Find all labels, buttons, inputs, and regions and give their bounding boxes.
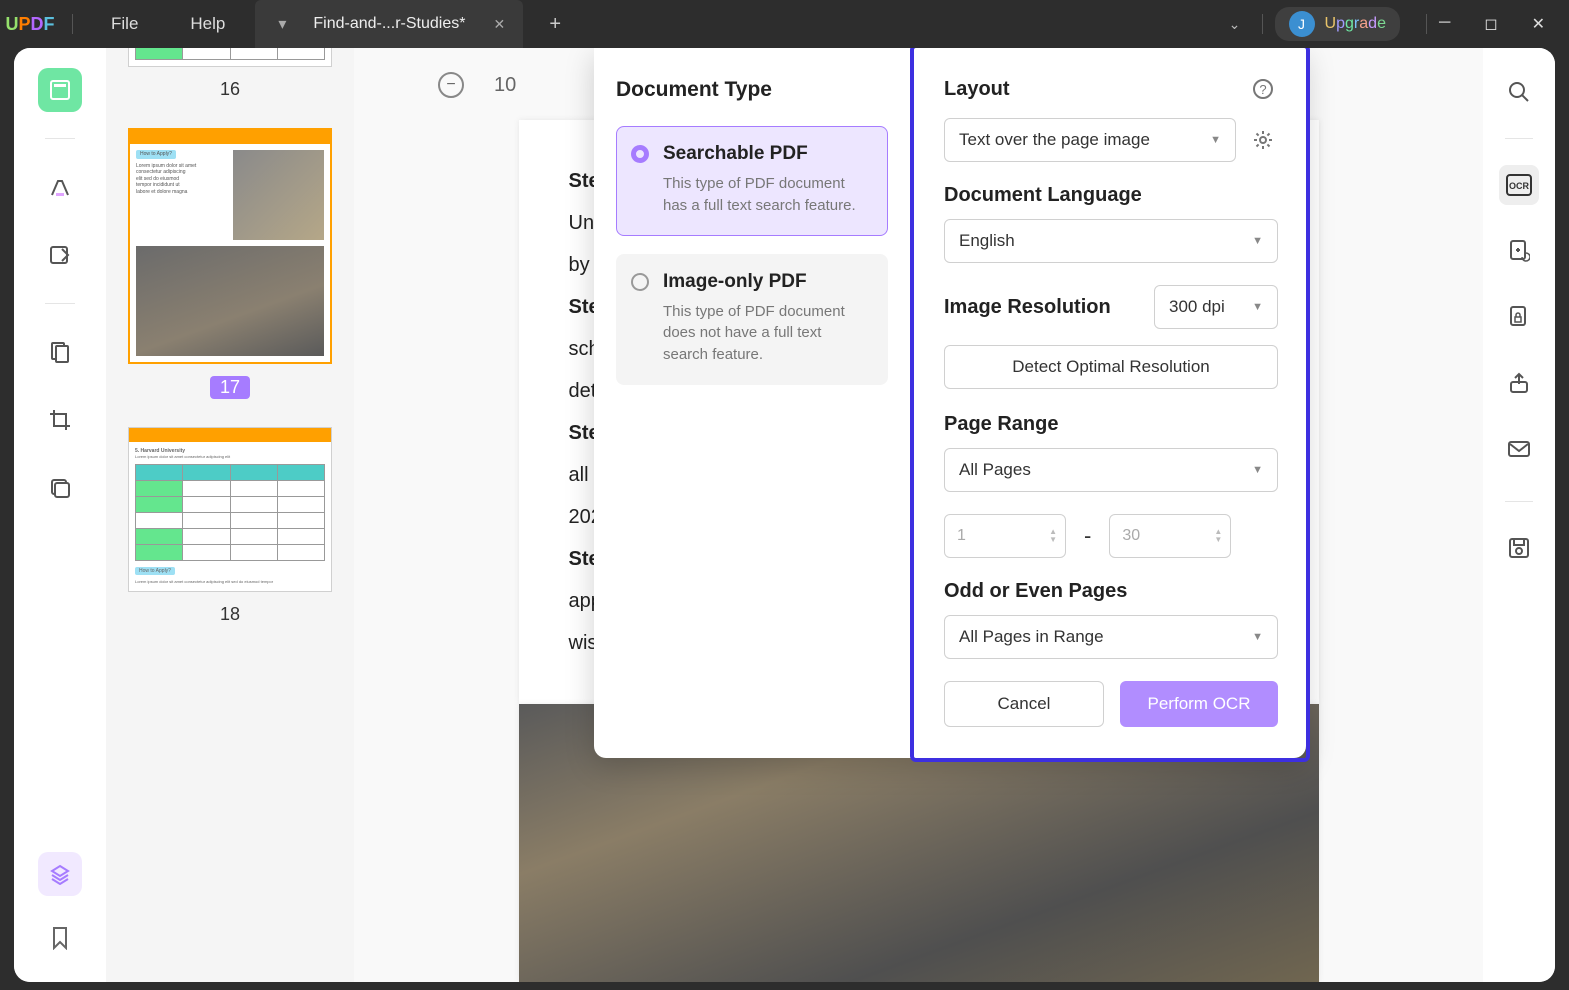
page-range-value: All Pages (959, 460, 1031, 480)
user-avatar[interactable]: J (1289, 11, 1315, 37)
doc-type-desc: This type of PDF document has a full tex… (663, 173, 869, 217)
thumbnail-label: 16 (220, 79, 240, 100)
language-label: Document Language (944, 184, 1278, 207)
separator (1262, 14, 1263, 34)
search-icon[interactable] (1499, 72, 1539, 112)
email-icon[interactable] (1499, 429, 1539, 469)
doc-type-searchable[interactable]: Searchable PDF This type of PDF document… (616, 126, 888, 236)
page-tools[interactable] (38, 330, 82, 374)
document-tab[interactable]: ▾ Find-and-...r-Studies* ✕ (255, 0, 523, 48)
range-dash: - (1084, 523, 1091, 549)
ocr-doc-type-section: Document Type Searchable PDF This type o… (594, 48, 910, 758)
protect-icon[interactable] (1499, 297, 1539, 337)
svg-text:OCR: OCR (1509, 181, 1530, 191)
maximize-icon[interactable]: ◻ (1484, 14, 1497, 34)
perform-ocr-button[interactable]: Perform OCR (1120, 681, 1278, 727)
help-icon[interactable]: ? (1248, 74, 1278, 104)
zoom-value: 10 (494, 74, 516, 97)
thumbnail-label: 18 (220, 604, 240, 625)
odd-even-select[interactable]: All Pages in Range ▼ (944, 615, 1278, 659)
doc-type-title: Image-only PDF (663, 271, 869, 293)
thumbnail-panel[interactable]: 16 How to Apply?Lorem ipsum dolor sit am… (106, 48, 354, 982)
doc-type-title: Searchable PDF (663, 143, 869, 165)
layout-value: Text over the page image (959, 130, 1150, 150)
odd-even-label: Odd or Even Pages (944, 580, 1278, 603)
range-from-value: 1 (957, 527, 966, 545)
resolution-select[interactable]: 300 dpi ▼ (1154, 285, 1278, 329)
ocr-panel: Document Type Searchable PDF This type o… (594, 48, 1306, 758)
layers-tool[interactable] (38, 852, 82, 896)
new-tab-button[interactable]: + (535, 13, 575, 36)
language-value: English (959, 231, 1015, 251)
chevron-down-icon: ▼ (1252, 631, 1263, 643)
page-range-label: Page Range (944, 413, 1278, 436)
separator (1426, 14, 1427, 34)
upgrade-label: Upgrade (1325, 15, 1386, 33)
ocr-settings-section: Layout ? Text over the page image ▼ Docum… (910, 48, 1310, 762)
thumbnails-tool[interactable] (38, 68, 82, 112)
doc-type-desc: This type of PDF document does not have … (663, 301, 869, 366)
save-icon[interactable] (1499, 528, 1539, 568)
doc-type-image-only[interactable]: Image-only PDF This type of PDF document… (616, 254, 888, 385)
layout-select[interactable]: Text over the page image ▼ (944, 118, 1236, 162)
close-window-icon[interactable]: ✕ (1532, 14, 1545, 34)
language-select[interactable]: English ▼ (944, 219, 1278, 263)
resolution-label: Image Resolution (944, 296, 1111, 319)
minimize-icon[interactable]: ─ (1439, 14, 1450, 34)
zoom-out-icon[interactable]: − (438, 72, 464, 98)
app-logo: UPDF (0, 0, 60, 48)
close-tab-icon[interactable]: ✕ (493, 16, 505, 33)
svg-text:?: ? (1259, 82, 1266, 97)
bookmarks-tool[interactable] (38, 916, 82, 960)
radio-unselected-icon (631, 273, 649, 291)
convert-icon[interactable] (1499, 231, 1539, 271)
thumbnail-page-16[interactable] (128, 48, 332, 67)
range-from-input[interactable]: 1 ▲▼ (944, 514, 1066, 558)
titlebar: UPDF File Help ▾ Find-and-...r-Studies* … (0, 0, 1569, 48)
doc-type-heading: Document Type (616, 78, 888, 102)
stepper-down-icon[interactable]: ▼ (1214, 536, 1222, 544)
chevron-down-icon: ▼ (1252, 235, 1263, 247)
odd-even-value: All Pages in Range (959, 627, 1104, 647)
app-body: 16 How to Apply?Lorem ipsum dolor sit am… (14, 48, 1555, 982)
share-icon[interactable] (1499, 363, 1539, 403)
upgrade-button[interactable]: J Upgrade (1275, 7, 1400, 41)
left-tool-rail (14, 48, 106, 982)
thumbnail-label-current: 17 (210, 376, 250, 399)
crop-tool[interactable] (38, 398, 82, 442)
range-to-input[interactable]: 30 ▲▼ (1109, 514, 1231, 558)
highlight-tool[interactable] (38, 165, 82, 209)
thumbnail-page-18[interactable]: 5. Harvard University Lorem ipsum dolor … (128, 427, 332, 592)
radio-selected-icon (631, 145, 649, 163)
thumbnail-page-17[interactable]: How to Apply?Lorem ipsum dolor sit ametc… (128, 128, 332, 364)
gear-icon[interactable] (1248, 125, 1278, 155)
menu-help[interactable]: Help (164, 14, 251, 34)
edit-text-tool[interactable] (38, 233, 82, 277)
stamp-tool[interactable] (38, 466, 82, 510)
resolution-value: 300 dpi (1169, 297, 1225, 317)
tabs-overflow-icon[interactable]: ⌄ (1220, 16, 1250, 33)
chevron-down-icon: ▼ (1252, 464, 1263, 476)
window-controls: ─ ◻ ✕ (1439, 14, 1545, 34)
tab-title: Find-and-...r-Studies* (313, 15, 465, 33)
stepper-down-icon[interactable]: ▼ (1049, 536, 1057, 544)
detect-resolution-button[interactable]: Detect Optimal Resolution (944, 345, 1278, 389)
cancel-button[interactable]: Cancel (944, 681, 1104, 727)
right-tool-rail: OCR (1483, 48, 1555, 982)
separator (72, 14, 73, 34)
menu-file[interactable]: File (85, 14, 164, 34)
page-range-select[interactable]: All Pages ▼ (944, 448, 1278, 492)
ocr-tool[interactable]: OCR (1499, 165, 1539, 205)
chevron-down-icon: ▼ (1252, 301, 1263, 313)
layout-label: Layout (944, 78, 1010, 101)
zoom-controls: − 10 (438, 72, 516, 98)
tab-menu-icon[interactable]: ▾ (273, 15, 291, 33)
chevron-down-icon: ▼ (1210, 134, 1221, 146)
range-to-value: 30 (1122, 527, 1140, 545)
